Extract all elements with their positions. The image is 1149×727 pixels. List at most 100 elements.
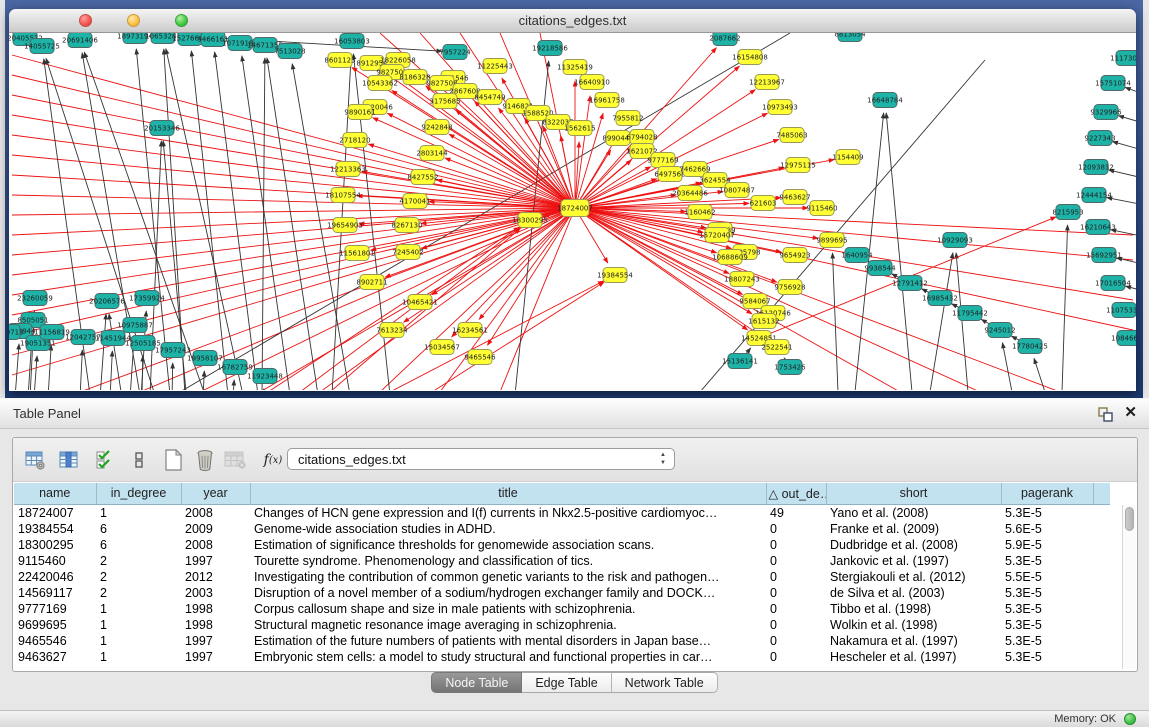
table-row[interactable]: 1872400712008Changes of HCN gene express… [14, 504, 1110, 521]
cell-short[interactable]: Yano et al. (2008) [826, 504, 1001, 521]
cell-in_degree[interactable]: 1 [96, 617, 181, 633]
cell-pagerank[interactable]: 5.6E-5 [1001, 521, 1093, 537]
cell-short[interactable]: Dudbridge et al. (2008) [826, 537, 1001, 553]
graph-node[interactable]: 11795442 [952, 306, 988, 321]
graph-node[interactable]: 9227343 [1084, 131, 1115, 146]
graph-node[interactable]: 12213967 [749, 75, 785, 90]
graph-node[interactable]: 8601123 [324, 53, 355, 68]
cell-out_degree[interactable]: 0 [766, 617, 826, 633]
table-row[interactable]: 977716911998Corpus callosum shape and si… [14, 601, 1110, 617]
cell-year[interactable]: 1997 [181, 633, 250, 649]
cell-year[interactable]: 2008 [181, 504, 250, 521]
column-header-pagerank[interactable]: pagerank [1001, 483, 1093, 504]
graph-node[interactable]: 9899695 [816, 233, 847, 248]
cell-short[interactable]: Franke et al. (2009) [826, 521, 1001, 537]
cell-out_degree[interactable]: 0 [766, 633, 826, 649]
graph-node[interactable]: 16648784 [867, 93, 903, 108]
graph-node[interactable]: 11225443 [477, 59, 513, 74]
graph-node[interactable]: 3175685 [429, 94, 460, 109]
cell-name[interactable]: 22420046 [14, 569, 96, 585]
graph-node[interactable]: 9938544 [864, 261, 896, 276]
cell-out_degree[interactable]: 0 [766, 585, 826, 601]
graph-node[interactable]: 19218586 [532, 41, 568, 56]
cell-out_degree[interactable]: 49 [766, 504, 826, 521]
table-selector-dropdown[interactable]: citations_edges.txt ▲▼ [287, 448, 675, 470]
cell-title[interactable]: Tourette syndrome. Phenomenology and cla… [250, 553, 766, 569]
window-titlebar[interactable]: citations_edges.txt [9, 9, 1136, 33]
cell-out_degree[interactable]: 0 [766, 537, 826, 553]
graph-node[interactable]: 621603 [750, 196, 777, 211]
graph-node[interactable]: 15136141 [722, 354, 758, 369]
create-table-icon[interactable] [159, 446, 187, 474]
cell-year[interactable]: 2009 [181, 521, 250, 537]
graph-node[interactable]: 9756928 [774, 280, 805, 295]
table-row[interactable]: 969969511998Structural magnetic resonanc… [14, 617, 1110, 633]
cell-year[interactable]: 1998 [181, 601, 250, 617]
scrollbar-thumb[interactable] [1125, 507, 1134, 531]
graph-node[interactable]: 9329966 [1090, 105, 1122, 120]
graph-node[interactable]: 9115460 [806, 201, 837, 216]
cell-name[interactable]: 9463627 [14, 649, 96, 665]
graph-node[interactable]: 8427552 [407, 170, 438, 185]
cell-in_degree[interactable]: 1 [96, 633, 181, 649]
graph-node[interactable]: 12444154 [1076, 188, 1112, 203]
column-header-name[interactable]: name [14, 483, 96, 504]
cell-name[interactable]: 18300295 [14, 537, 96, 553]
cell-out_degree[interactable]: 0 [766, 521, 826, 537]
cell-year[interactable]: 1997 [181, 553, 250, 569]
table-row[interactable]: 911546021997Tourette syndrome. Phenomeno… [14, 553, 1110, 569]
graph-node[interactable]: 9245012 [984, 323, 1015, 338]
network-graph-canvas[interactable]: 1872400720405572140557252069140618973194… [9, 33, 1136, 390]
cell-name[interactable]: 9465546 [14, 633, 96, 649]
graph-node[interactable]: 11075331 [1106, 303, 1136, 318]
cell-title[interactable]: Estimation of the future numbers of pati… [250, 633, 766, 649]
cell-name[interactable]: 19384554 [14, 521, 96, 537]
cell-pagerank[interactable]: 5.5E-5 [1001, 569, 1093, 585]
function-builder-icon[interactable]: f(x) [259, 446, 287, 474]
table-row[interactable]: 1938455462009Genome-wide association stu… [14, 521, 1110, 537]
graph-node[interactable]: 9463627 [779, 190, 810, 205]
graph-node[interactable]: 9890161 [344, 105, 375, 120]
graph-node[interactable]: 16234561 [452, 323, 488, 338]
graph-node[interactable]: 2718120 [339, 133, 370, 148]
table-row[interactable]: 946362711997Embryonic stem cells: a mode… [14, 649, 1110, 665]
cell-title[interactable]: Investigating the contribution of common… [250, 569, 766, 585]
cell-title[interactable]: Estimation of significance thresholds fo… [250, 537, 766, 553]
graph-node[interactable]: 11173054 [1110, 51, 1136, 66]
cell-pagerank[interactable]: 5.3E-5 [1001, 633, 1093, 649]
graph-node[interactable]: 9242848 [421, 120, 452, 135]
cell-pagerank[interactable]: 5.3E-5 [1001, 504, 1093, 521]
graph-node[interactable]: 12975115 [780, 158, 816, 173]
cell-in_degree[interactable]: 2 [96, 553, 181, 569]
graph-node[interactable]: 15751074 [1095, 76, 1131, 91]
cell-year[interactable]: 1997 [181, 649, 250, 665]
graph-node[interactable]: 10465421 [402, 295, 438, 310]
cell-in_degree[interactable]: 1 [96, 649, 181, 665]
cell-out_degree[interactable]: 0 [766, 601, 826, 617]
graph-node[interactable]: 7955812 [612, 111, 643, 126]
column-header-out_degree[interactable]: △ out_de… [766, 483, 826, 504]
network-window[interactable]: citations_edges.txt 18724007204055721405… [9, 9, 1136, 391]
graph-node[interactable]: 7613234 [376, 323, 408, 338]
graph-node[interactable]: 19384554 [597, 268, 633, 283]
graph-node[interactable]: 16985432 [922, 291, 958, 306]
graph-node[interactable]: 1615132 [748, 314, 779, 329]
cell-pagerank[interactable]: 5.3E-5 [1001, 617, 1093, 633]
cell-name[interactable]: 18724007 [14, 504, 96, 521]
float-window-icon[interactable] [1098, 407, 1113, 422]
cell-title[interactable]: Disruption of a novel member of a sodium… [250, 585, 766, 601]
cell-short[interactable]: Wolkin et al. (1998) [826, 617, 1001, 633]
graph-node[interactable]: 2522541 [761, 340, 792, 355]
tab-node-table[interactable]: Node Table [431, 672, 522, 693]
cell-year[interactable]: 1998 [181, 617, 250, 633]
cell-pagerank[interactable]: 5.9E-5 [1001, 537, 1093, 553]
table-row[interactable]: 946554611997Estimation of the future num… [14, 633, 1110, 649]
cell-in_degree[interactable]: 6 [96, 521, 181, 537]
cell-in_degree[interactable]: 2 [96, 585, 181, 601]
graph-node[interactable]: 9777169 [647, 153, 678, 168]
graph-node[interactable]: 16210643 [1080, 220, 1116, 235]
cell-year[interactable]: 2008 [181, 537, 250, 553]
cell-short[interactable]: de Silva et al. (2003) [826, 585, 1001, 601]
graph-node[interactable]: 7513028 [274, 44, 305, 59]
graph-node[interactable]: 6794028 [626, 130, 657, 145]
